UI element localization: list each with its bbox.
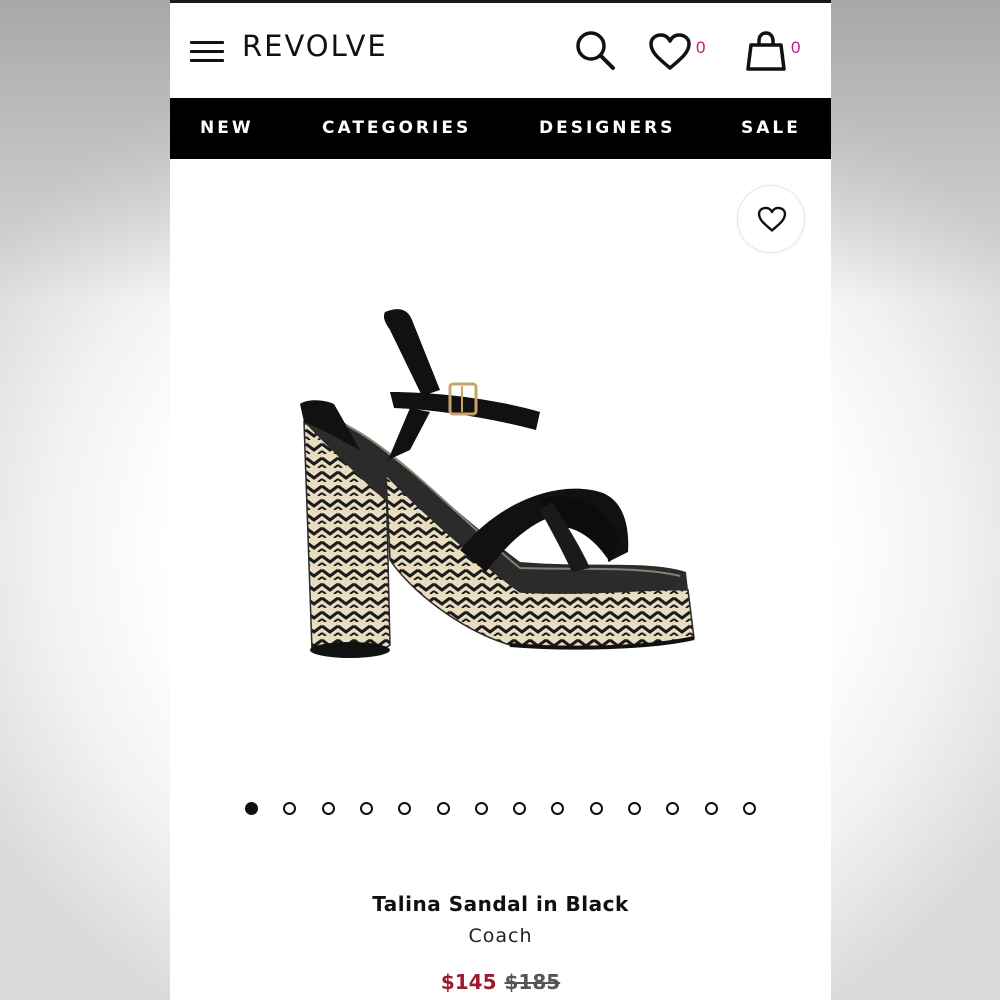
nav-item-new[interactable]: NEW	[200, 118, 254, 138]
carousel-dot[interactable]	[628, 802, 641, 815]
carousel-dot[interactable]	[474, 802, 488, 815]
carousel-dot[interactable]	[359, 802, 373, 815]
hamburger-icon[interactable]	[190, 41, 224, 63]
product-brand-link[interactable]: Coach	[170, 925, 831, 947]
carousel-dot[interactable]	[704, 802, 718, 815]
carousel-dot[interactable]	[283, 802, 297, 815]
carousel-dot[interactable]	[666, 802, 680, 815]
carousel-dot[interactable]	[742, 802, 756, 815]
nav-item-categories[interactable]: CATEGORIES	[322, 118, 471, 138]
product-name: Talina Sandal in Black	[372, 892, 629, 916]
nav-item-sale[interactable]: SALE	[741, 118, 801, 138]
site-logo[interactable]: REVOLVE	[242, 29, 388, 63]
mobile-page: REVOLVE 0 0 NEW CATEGORIES DESIGNERS SAL…	[170, 0, 831, 1000]
search-icon[interactable]	[574, 29, 616, 75]
image-carousel-dots	[170, 802, 831, 820]
carousel-dot[interactable]	[551, 802, 565, 815]
sale-price: $145	[440, 970, 497, 994]
wishlist-count: 0	[696, 38, 706, 57]
heart-icon	[757, 206, 787, 232]
carousel-dot[interactable]	[436, 802, 450, 815]
carousel-dot[interactable]	[321, 802, 335, 815]
product-image[interactable]	[290, 300, 710, 680]
carousel-dot[interactable]	[245, 802, 258, 815]
carousel-dot[interactable]	[513, 802, 527, 815]
add-to-wishlist-button[interactable]	[737, 185, 805, 253]
wishlist-icon[interactable]	[648, 33, 692, 75]
carousel-dot[interactable]	[589, 802, 603, 815]
main-nav: NEW CATEGORIES DESIGNERS SALE	[170, 98, 831, 159]
bag-count: 0	[791, 38, 801, 57]
carousel-dot[interactable]	[398, 802, 412, 815]
shopping-bag-icon[interactable]	[746, 30, 788, 76]
price-block: $145 $185	[170, 970, 831, 994]
nav-item-designers[interactable]: DESIGNERS	[539, 118, 675, 138]
original-price: $185	[504, 970, 561, 994]
site-header: REVOLVE 0 0	[170, 3, 831, 98]
